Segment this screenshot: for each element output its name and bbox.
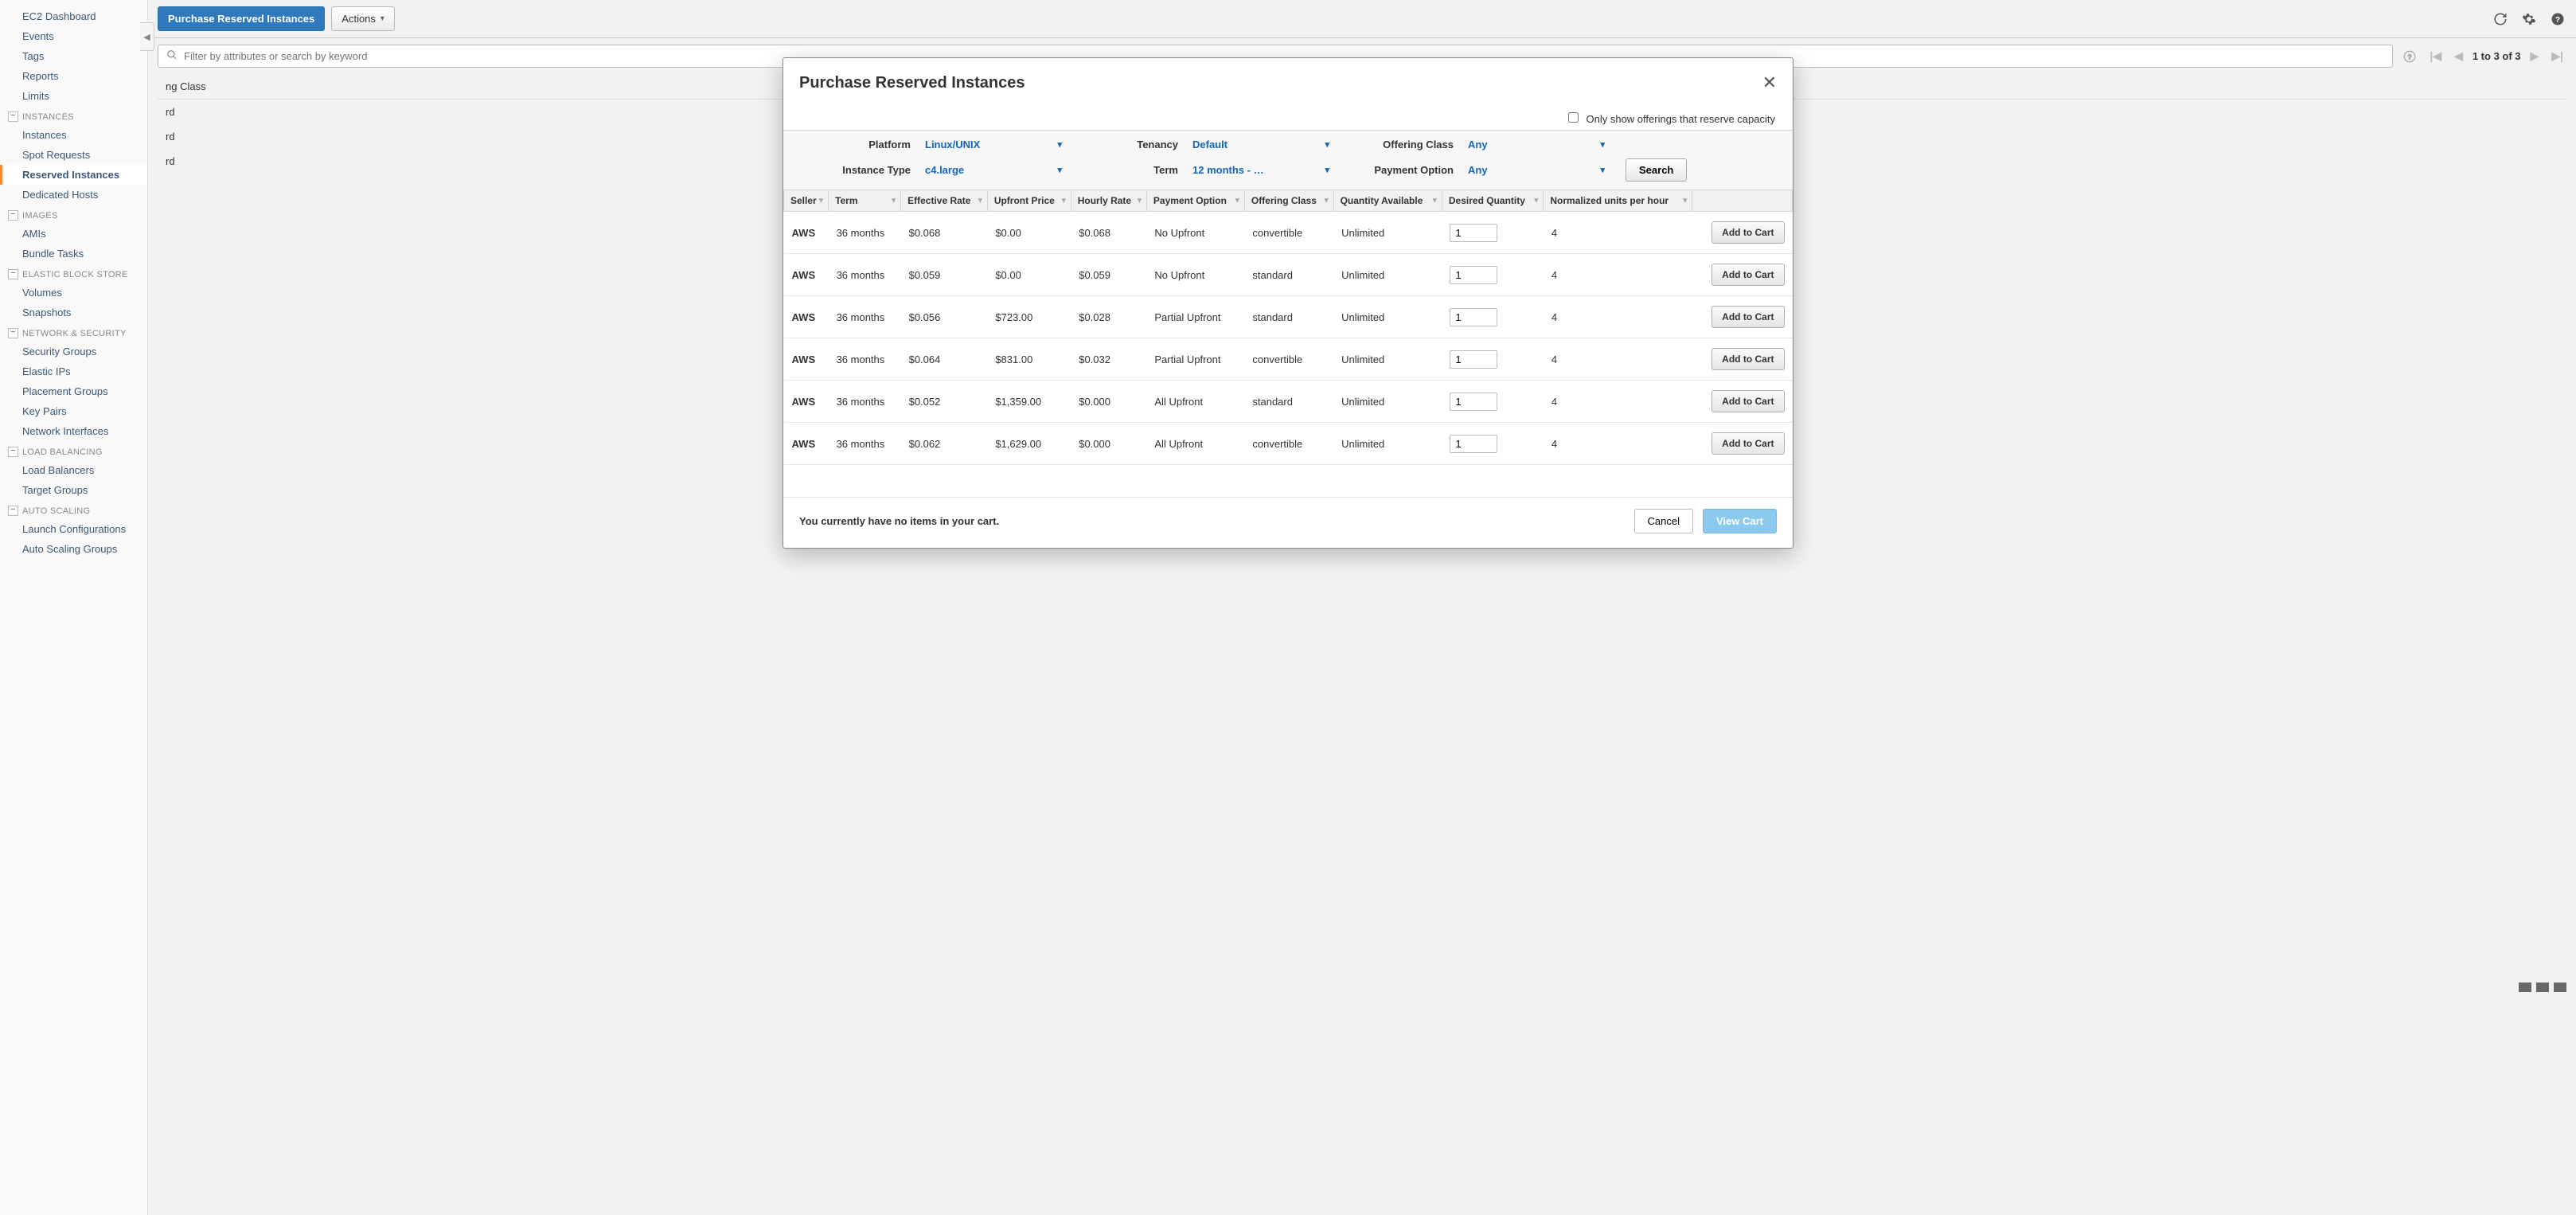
add-to-cart-button[interactable]: Add to Cart [1711, 221, 1784, 244]
column-header[interactable]: Upfront Price▾ [987, 190, 1071, 212]
column-header[interactable]: Desired Quantity▾ [1442, 190, 1544, 212]
chevron-down-icon: ▾ [1600, 139, 1605, 150]
reserve-capacity-checkbox-label[interactable]: Only show offerings that reserve capacit… [1568, 113, 1775, 125]
modal-overlay: Purchase Reserved Instances ✕ Only show … [0, 0, 2576, 1215]
column-header[interactable]: Quantity Available▾ [1333, 190, 1442, 212]
search-button[interactable]: Search [1626, 158, 1687, 182]
chevron-down-icon: ▾ [1600, 165, 1605, 175]
instance-type-label: Instance Type [799, 164, 911, 176]
payment-option-dropdown[interactable]: Any▾ [1468, 164, 1611, 176]
sort-icon: ▾ [1433, 197, 1437, 205]
platform-label: Platform [799, 139, 911, 150]
tenancy-dropdown[interactable]: Default▾ [1192, 139, 1336, 150]
platform-dropdown[interactable]: Linux/UNIX▾ [925, 139, 1068, 150]
desired-quantity-input[interactable] [1450, 308, 1497, 326]
add-to-cart-button[interactable]: Add to Cart [1711, 432, 1784, 455]
add-to-cart-button[interactable]: Add to Cart [1711, 264, 1784, 286]
offering-row: AWS36 months$0.059$0.00$0.059No Upfronts… [784, 254, 1793, 296]
close-icon[interactable]: ✕ [1762, 72, 1777, 93]
offering-class-label: Offering Class [1350, 139, 1454, 150]
column-header[interactable]: Hourly Rate▾ [1071, 190, 1146, 212]
desired-quantity-input[interactable] [1450, 224, 1497, 242]
add-to-cart-button[interactable]: Add to Cart [1711, 348, 1784, 370]
view-cart-button[interactable]: View Cart [1703, 509, 1777, 533]
desired-quantity-input[interactable] [1450, 393, 1497, 411]
desired-quantity-input[interactable] [1450, 435, 1497, 453]
column-header[interactable]: Normalized units per hour▾ [1544, 190, 1692, 212]
column-header[interactable]: Seller▾ [784, 190, 829, 212]
sort-icon: ▾ [978, 197, 982, 205]
term-dropdown[interactable]: 12 months - …▾ [1192, 164, 1336, 176]
tenancy-label: Tenancy [1083, 139, 1178, 150]
offering-row: AWS36 months$0.068$0.00$0.068No Upfrontc… [784, 212, 1793, 254]
offering-row: AWS36 months$0.064$831.00$0.032Partial U… [784, 338, 1793, 381]
add-to-cart-button[interactable]: Add to Cart [1711, 306, 1784, 328]
chevron-down-icon: ▾ [1057, 139, 1062, 150]
column-header[interactable]: Term▾ [829, 190, 901, 212]
cart-status: You currently have no items in your cart… [799, 515, 999, 527]
chevron-down-icon: ▾ [1325, 165, 1329, 175]
filter-form: Platform Linux/UNIX▾ Tenancy Default▾ Of… [783, 130, 1793, 190]
column-header[interactable]: Effective Rate▾ [901, 190, 988, 212]
sort-icon: ▾ [1534, 197, 1538, 205]
modal-title: Purchase Reserved Instances [799, 74, 1025, 92]
column-header[interactable] [1692, 190, 1793, 212]
offering-class-dropdown[interactable]: Any▾ [1468, 139, 1611, 150]
instance-type-dropdown[interactable]: c4.large▾ [925, 164, 1068, 176]
offering-row: AWS36 months$0.052$1,359.00$0.000All Upf… [784, 381, 1793, 423]
payment-option-label: Payment Option [1350, 164, 1454, 176]
sort-icon: ▾ [1235, 197, 1239, 205]
sort-icon: ▾ [819, 197, 823, 205]
sort-icon: ▾ [1325, 197, 1329, 205]
purchase-ri-modal: Purchase Reserved Instances ✕ Only show … [783, 57, 1793, 549]
chevron-down-icon: ▾ [1057, 165, 1062, 175]
cancel-button[interactable]: Cancel [1634, 509, 1693, 533]
term-label: Term [1083, 164, 1178, 176]
offerings-table: Seller▾Term▾Effective Rate▾Upfront Price… [783, 190, 1793, 465]
desired-quantity-input[interactable] [1450, 350, 1497, 369]
add-to-cart-button[interactable]: Add to Cart [1711, 390, 1784, 412]
sort-icon: ▾ [1062, 197, 1066, 205]
offering-row: AWS36 months$0.056$723.00$0.028Partial U… [784, 296, 1793, 338]
offering-row: AWS36 months$0.062$1,629.00$0.000All Upf… [784, 423, 1793, 465]
sort-icon: ▾ [1683, 197, 1687, 205]
reserve-capacity-checkbox[interactable] [1568, 112, 1579, 123]
chevron-down-icon: ▾ [1325, 139, 1329, 150]
column-header[interactable]: Offering Class▾ [1244, 190, 1333, 212]
sort-icon: ▾ [892, 197, 896, 205]
desired-quantity-input[interactable] [1450, 266, 1497, 284]
column-header[interactable]: Payment Option▾ [1146, 190, 1244, 212]
sort-icon: ▾ [1138, 197, 1142, 205]
